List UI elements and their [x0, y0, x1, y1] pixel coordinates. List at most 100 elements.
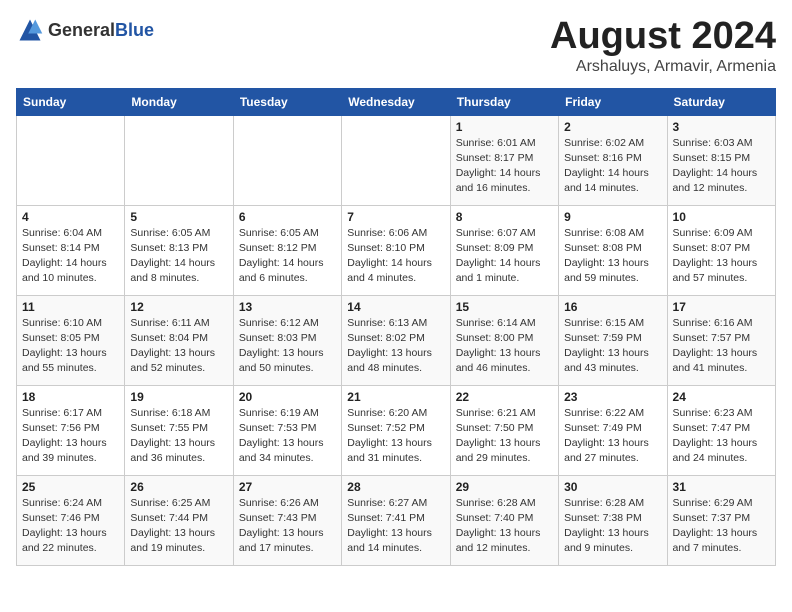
cell-details: Sunrise: 6:09 AM Sunset: 8:07 PM Dayligh… [673, 226, 770, 287]
day-number: 19 [130, 390, 227, 404]
day-number: 5 [130, 210, 227, 224]
cell-details: Sunrise: 6:25 AM Sunset: 7:44 PM Dayligh… [130, 496, 227, 557]
day-header-tuesday: Tuesday [233, 88, 341, 115]
day-number: 1 [456, 120, 553, 134]
cell-details: Sunrise: 6:22 AM Sunset: 7:49 PM Dayligh… [564, 406, 661, 467]
cell-details: Sunrise: 6:29 AM Sunset: 7:37 PM Dayligh… [673, 496, 770, 557]
cell-details: Sunrise: 6:27 AM Sunset: 7:41 PM Dayligh… [347, 496, 444, 557]
cell-details: Sunrise: 6:04 AM Sunset: 8:14 PM Dayligh… [22, 226, 119, 287]
day-number: 24 [673, 390, 770, 404]
logo-general-text: General [48, 20, 115, 40]
cell-details: Sunrise: 6:05 AM Sunset: 8:13 PM Dayligh… [130, 226, 227, 287]
calendar-cell: 15 Sunrise: 6:14 AM Sunset: 8:00 PM Dayli… [450, 295, 558, 385]
day-number: 4 [22, 210, 119, 224]
calendar-table: SundayMondayTuesdayWednesdayThursdayFrid… [16, 88, 776, 566]
cell-details: Sunrise: 6:28 AM Sunset: 7:40 PM Dayligh… [456, 496, 553, 557]
cell-details: Sunrise: 6:14 AM Sunset: 8:00 PM Dayligh… [456, 316, 553, 377]
day-header-saturday: Saturday [667, 88, 775, 115]
calendar-cell: 22 Sunrise: 6:21 AM Sunset: 7:50 PM Dayli… [450, 385, 558, 475]
cell-details: Sunrise: 6:19 AM Sunset: 7:53 PM Dayligh… [239, 406, 336, 467]
calendar-cell: 31 Sunrise: 6:29 AM Sunset: 7:37 PM Dayli… [667, 475, 775, 565]
cell-details: Sunrise: 6:03 AM Sunset: 8:15 PM Dayligh… [673, 136, 770, 197]
day-header-wednesday: Wednesday [342, 88, 450, 115]
day-number: 11 [22, 300, 119, 314]
day-number: 20 [239, 390, 336, 404]
cell-details: Sunrise: 6:24 AM Sunset: 7:46 PM Dayligh… [22, 496, 119, 557]
calendar-cell: 9Sunrise: 6:08 AM Sunset: 8:08 PM Daylig… [559, 205, 667, 295]
logo-icon [16, 16, 44, 44]
day-number: 6 [239, 210, 336, 224]
calendar-week-row: 1 Sunrise: 6:01 AM Sunset: 8:17 PM Daylig… [17, 115, 776, 205]
day-number: 12 [130, 300, 227, 314]
cell-details: Sunrise: 6:11 AM Sunset: 8:04 PM Dayligh… [130, 316, 227, 377]
day-number: 30 [564, 480, 661, 494]
day-header-monday: Monday [125, 88, 233, 115]
calendar-cell [125, 115, 233, 205]
calendar-cell: 14Sunrise: 6:13 AM Sunset: 8:02 PM Dayli… [342, 295, 450, 385]
day-number: 3 [673, 120, 770, 134]
day-number: 17 [673, 300, 770, 314]
title-block: August 2024 Arshaluys, Armavir, Armenia [550, 16, 776, 76]
calendar-cell [17, 115, 125, 205]
calendar-cell: 19Sunrise: 6:18 AM Sunset: 7:55 PM Dayli… [125, 385, 233, 475]
calendar-cell: 16Sunrise: 6:15 AM Sunset: 7:59 PM Dayli… [559, 295, 667, 385]
calendar-cell: 11 Sunrise: 6:10 AM Sunset: 8:05 PM Dayli… [17, 295, 125, 385]
cell-details: Sunrise: 6:10 AM Sunset: 8:05 PM Dayligh… [22, 316, 119, 377]
calendar-cell: 27Sunrise: 6:26 AM Sunset: 7:43 PM Dayli… [233, 475, 341, 565]
cell-details: Sunrise: 6:08 AM Sunset: 8:08 PM Dayligh… [564, 226, 661, 287]
cell-details: Sunrise: 6:17 AM Sunset: 7:56 PM Dayligh… [22, 406, 119, 467]
day-header-sunday: Sunday [17, 88, 125, 115]
cell-details: Sunrise: 6:01 AM Sunset: 8:17 PM Dayligh… [456, 136, 553, 197]
calendar-cell: 6 Sunrise: 6:05 AM Sunset: 8:12 PM Daylig… [233, 205, 341, 295]
calendar-cell [342, 115, 450, 205]
calendar-cell: 25 Sunrise: 6:24 AM Sunset: 7:46 PM Dayli… [17, 475, 125, 565]
day-number: 31 [673, 480, 770, 494]
day-number: 28 [347, 480, 444, 494]
calendar-cell: 23Sunrise: 6:22 AM Sunset: 7:49 PM Dayli… [559, 385, 667, 475]
day-number: 29 [456, 480, 553, 494]
logo-blue-text: Blue [115, 20, 154, 40]
cell-details: Sunrise: 6:07 AM Sunset: 8:09 PM Dayligh… [456, 226, 553, 287]
calendar-cell: 13 Sunrise: 6:12 AM Sunset: 8:03 PM Dayli… [233, 295, 341, 385]
page-header: GeneralBlue August 2024 Arshaluys, Armav… [16, 16, 776, 76]
calendar-cell: 8Sunrise: 6:07 AM Sunset: 8:09 PM Daylig… [450, 205, 558, 295]
day-number: 22 [456, 390, 553, 404]
cell-details: Sunrise: 6:23 AM Sunset: 7:47 PM Dayligh… [673, 406, 770, 467]
calendar-cell: 12 Sunrise: 6:11 AM Sunset: 8:04 PM Dayli… [125, 295, 233, 385]
cell-details: Sunrise: 6:13 AM Sunset: 8:02 PM Dayligh… [347, 316, 444, 377]
calendar-cell: 3 Sunrise: 6:03 AM Sunset: 8:15 PM Daylig… [667, 115, 775, 205]
cell-details: Sunrise: 6:06 AM Sunset: 8:10 PM Dayligh… [347, 226, 444, 287]
calendar-cell: 5 Sunrise: 6:05 AM Sunset: 8:13 PM Daylig… [125, 205, 233, 295]
cell-details: Sunrise: 6:21 AM Sunset: 7:50 PM Dayligh… [456, 406, 553, 467]
cell-details: Sunrise: 6:12 AM Sunset: 8:03 PM Dayligh… [239, 316, 336, 377]
calendar-week-row: 11 Sunrise: 6:10 AM Sunset: 8:05 PM Dayli… [17, 295, 776, 385]
day-number: 25 [22, 480, 119, 494]
cell-details: Sunrise: 6:20 AM Sunset: 7:52 PM Dayligh… [347, 406, 444, 467]
day-header-friday: Friday [559, 88, 667, 115]
day-number: 7 [347, 210, 444, 224]
calendar-cell: 18Sunrise: 6:17 AM Sunset: 7:56 PM Dayli… [17, 385, 125, 475]
calendar-cell: 24 Sunrise: 6:23 AM Sunset: 7:47 PM Dayli… [667, 385, 775, 475]
calendar-cell: 30Sunrise: 6:28 AM Sunset: 7:38 PM Dayli… [559, 475, 667, 565]
calendar-cell: 29 Sunrise: 6:28 AM Sunset: 7:40 PM Dayli… [450, 475, 558, 565]
cell-details: Sunrise: 6:16 AM Sunset: 7:57 PM Dayligh… [673, 316, 770, 377]
day-number: 13 [239, 300, 336, 314]
day-number: 2 [564, 120, 661, 134]
calendar-cell: 17 Sunrise: 6:16 AM Sunset: 7:57 PM Dayli… [667, 295, 775, 385]
calendar-week-row: 18Sunrise: 6:17 AM Sunset: 7:56 PM Dayli… [17, 385, 776, 475]
calendar-header-row: SundayMondayTuesdayWednesdayThursdayFrid… [17, 88, 776, 115]
calendar-cell: 2Sunrise: 6:02 AM Sunset: 8:16 PM Daylig… [559, 115, 667, 205]
cell-details: Sunrise: 6:26 AM Sunset: 7:43 PM Dayligh… [239, 496, 336, 557]
calendar-cell: 28 Sunrise: 6:27 AM Sunset: 7:41 PM Dayli… [342, 475, 450, 565]
day-number: 26 [130, 480, 227, 494]
day-number: 21 [347, 390, 444, 404]
calendar-cell: 10 Sunrise: 6:09 AM Sunset: 8:07 PM Dayli… [667, 205, 775, 295]
location-subtitle: Arshaluys, Armavir, Armenia [550, 58, 776, 76]
day-number: 10 [673, 210, 770, 224]
calendar-cell: 20 Sunrise: 6:19 AM Sunset: 7:53 PM Dayli… [233, 385, 341, 475]
calendar-cell: 26 Sunrise: 6:25 AM Sunset: 7:44 PM Dayli… [125, 475, 233, 565]
month-year-title: August 2024 [550, 16, 776, 58]
calendar-cell: 21 Sunrise: 6:20 AM Sunset: 7:52 PM Dayli… [342, 385, 450, 475]
cell-details: Sunrise: 6:05 AM Sunset: 8:12 PM Dayligh… [239, 226, 336, 287]
day-number: 15 [456, 300, 553, 314]
